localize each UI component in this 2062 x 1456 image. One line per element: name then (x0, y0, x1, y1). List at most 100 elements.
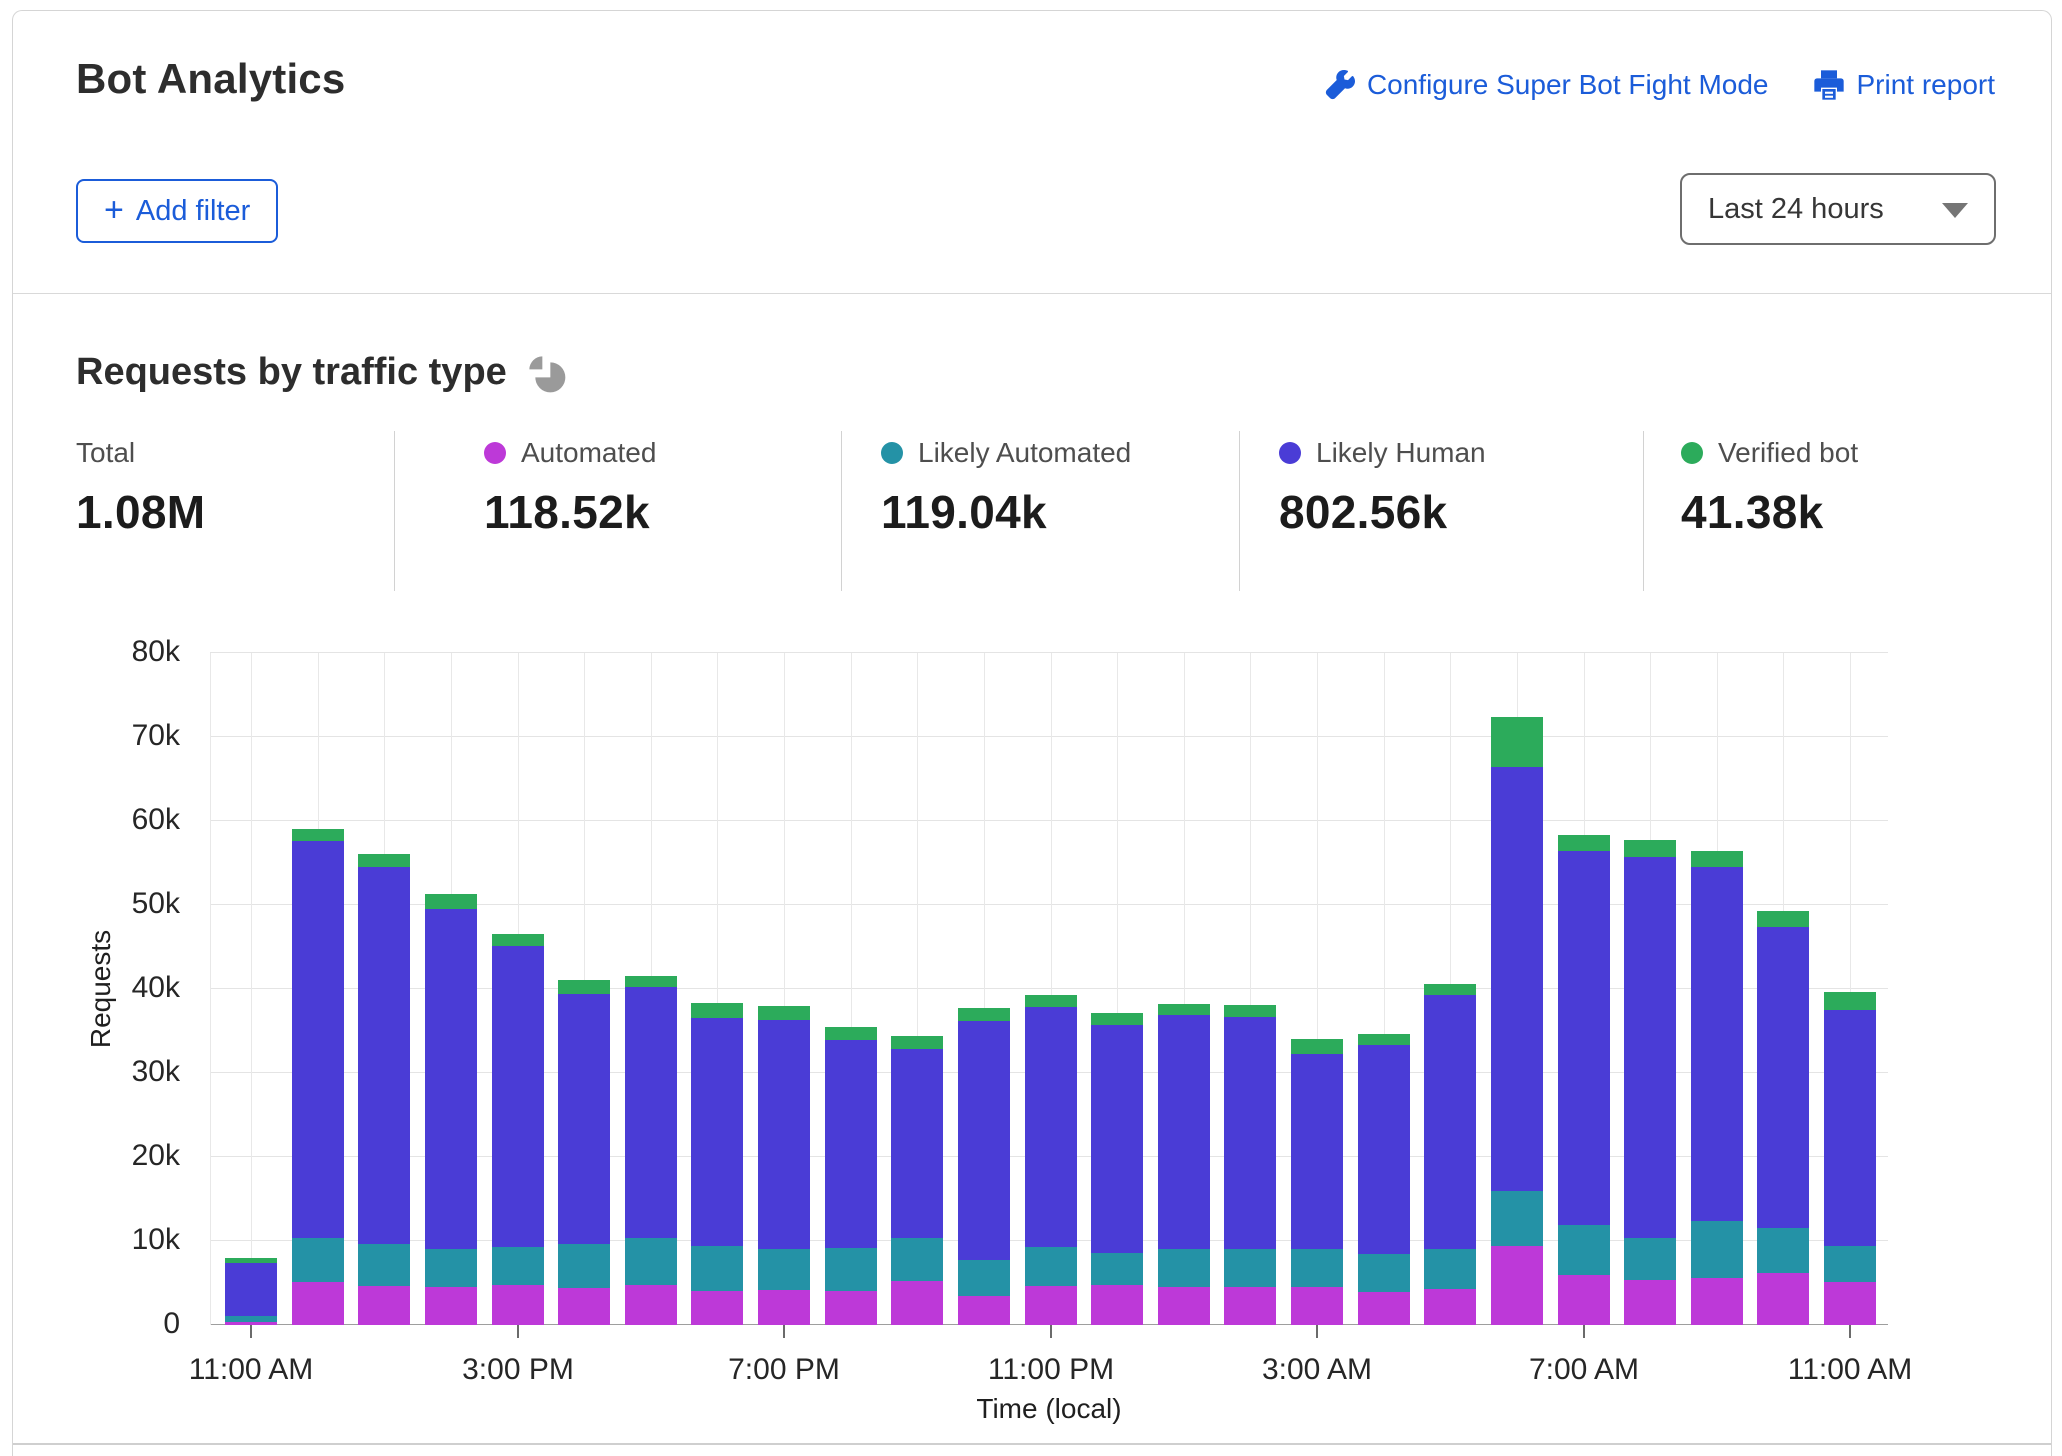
bar-segment-likely-automated (958, 1260, 1010, 1297)
stat-likely-automated-value: 119.04k (881, 486, 1047, 538)
stacked-bar-6-00-am[interactable] (1491, 653, 1543, 1325)
bar-segment-verified-bot (1824, 991, 1876, 1010)
stacked-bar-4-00-am[interactable] (1358, 653, 1410, 1325)
vertical-gridline (210, 653, 211, 1325)
x-axis-tick-mark (250, 1325, 252, 1338)
legend-dot-likely-automated (881, 442, 903, 464)
bar-segment-likely-human (1624, 857, 1676, 1238)
x-axis-title: Time (local) (976, 1393, 1122, 1424)
legend-stats-row: Total 1.08M Automated 118.52k Likely Aut… (13, 431, 2051, 603)
bar-segment-likely-human (1224, 1016, 1276, 1250)
bar-segment-likely-human (558, 994, 610, 1244)
y-axis-tick-label: 0 (163, 1307, 180, 1340)
bar-segment-likely-human (1558, 851, 1610, 1226)
stacked-bar-7-00-am[interactable] (1558, 653, 1610, 1325)
y-axis-tick-label: 60k (131, 803, 180, 836)
stacked-bar-12-00-am[interactable] (1091, 653, 1143, 1325)
bar-segment-likely-human (1025, 1006, 1077, 1247)
chart-section-title: Requests by traffic type (76, 351, 567, 394)
bar-segment-verified-bot (1224, 1004, 1276, 1017)
time-range-value: Last 24 hours (1708, 192, 1884, 225)
time-range-select[interactable]: Last 24 hours (1680, 173, 1996, 245)
bar-segment-likely-automated (1757, 1228, 1809, 1273)
stacked-bar-3-00-am[interactable] (1291, 653, 1343, 1325)
x-axis-tick-label: 7:00 AM (1528, 1353, 1640, 1386)
bar-segment-likely-automated (1358, 1254, 1410, 1293)
bar-segment-automated (1158, 1287, 1210, 1325)
bar-segment-verified-bot (1091, 1013, 1143, 1026)
bar-segment-automated (825, 1290, 877, 1325)
bar-segment-automated (691, 1290, 743, 1325)
bar-segment-likely-human (1091, 1025, 1143, 1253)
bar-segment-verified-bot (1291, 1038, 1343, 1054)
stat-likely-automated[interactable]: Likely Automated 119.04k (881, 431, 1131, 539)
stacked-bar-11-00-am[interactable] (1824, 653, 1876, 1325)
stat-verified-bot-value: 41.38k (1681, 486, 1824, 538)
stacked-bar-4-00-pm[interactable] (558, 653, 610, 1325)
stacked-bar-9-00-am[interactable] (1691, 653, 1743, 1325)
bar-segment-automated (1824, 1282, 1876, 1325)
bar-segment-likely-automated (1558, 1225, 1610, 1276)
bar-segment-likely-automated (1158, 1249, 1210, 1288)
stacked-bar-5-00-pm[interactable] (625, 653, 677, 1325)
bar-segment-likely-human (425, 909, 477, 1249)
bar-segment-automated (1757, 1272, 1809, 1325)
bar-segment-verified-bot (825, 1026, 877, 1041)
bar-segment-automated (1358, 1292, 1410, 1325)
bar-segment-likely-automated (492, 1246, 544, 1285)
x-axis-tick-label: 11:00 AM (188, 1353, 314, 1386)
stat-total[interactable]: Total 1.08M (76, 431, 205, 539)
bottom-divider (13, 1443, 2051, 1445)
x-axis-tick-label: 11:00 AM (1787, 1353, 1913, 1386)
stacked-bar-10-00-pm[interactable] (958, 653, 1010, 1325)
printer-icon (1813, 69, 1845, 101)
add-filter-button[interactable]: + Add filter (76, 179, 279, 243)
bar-segment-likely-human (758, 1020, 810, 1250)
plus-icon: + (104, 190, 124, 229)
x-axis-tick-mark (1583, 1325, 1585, 1338)
bar-segment-likely-automated (891, 1237, 943, 1282)
bar-segment-likely-human (1824, 1010, 1876, 1247)
y-axis: 0 10k 20k 30k 40k 50k 60k 70k 80k (13, 621, 194, 1443)
stacked-bar-7-00-pm[interactable] (758, 653, 810, 1325)
bar-segment-verified-bot (1424, 983, 1476, 995)
stacked-bar-5-00-am[interactable] (1424, 653, 1476, 1325)
bar-segment-verified-bot (1558, 835, 1610, 852)
y-axis-tick-label: 10k (131, 1223, 180, 1256)
bar-segment-verified-bot (1358, 1033, 1410, 1046)
stat-verified-bot[interactable]: Verified bot 41.38k (1681, 431, 1858, 539)
stacked-bar-8-00-pm[interactable] (825, 653, 877, 1325)
stacked-bar-1-00-am[interactable] (1158, 653, 1210, 1325)
stat-total-value: 1.08M (76, 486, 206, 538)
stacked-bar-11-00-pm[interactable] (1025, 653, 1077, 1325)
stacked-bar-9-00-pm[interactable] (891, 653, 943, 1325)
stacked-bar-1-00-pm[interactable] (358, 653, 410, 1325)
legend-dot-verified-bot (1681, 442, 1703, 464)
bar-segment-likely-automated (292, 1237, 344, 1283)
stacked-bar-11-00-am[interactable] (225, 653, 277, 1325)
stat-automated[interactable]: Automated 118.52k (484, 431, 656, 539)
configure-super-bot-fight-mode-link[interactable]: Configure Super Bot Fight Mode (1325, 69, 1769, 101)
chevron-down-icon (1942, 203, 1968, 218)
pie-chart-icon[interactable] (527, 352, 567, 394)
bar-segment-likely-automated (425, 1248, 477, 1288)
x-axis-tick-label: 7:00 PM (728, 1353, 840, 1386)
bar-segment-verified-bot (1757, 910, 1809, 927)
stacked-bar-8-00-am[interactable] (1624, 653, 1676, 1325)
stacked-bar-10-00-am[interactable] (1757, 653, 1809, 1325)
stacked-bar-2-00-am[interactable] (1224, 653, 1276, 1325)
stacked-bar-3-00-pm[interactable] (492, 653, 544, 1325)
bar-segment-likely-human (1424, 994, 1476, 1249)
stacked-bar-2-00-pm[interactable] (425, 653, 477, 1325)
stacked-bar-6-00-pm[interactable] (691, 653, 743, 1325)
print-report-link[interactable]: Print report (1813, 69, 1995, 101)
stat-likely-human[interactable]: Likely Human 802.56k (1279, 431, 1486, 539)
stacked-bar-12-00-pm[interactable] (292, 653, 344, 1325)
y-axis-tick-label: 30k (131, 1055, 180, 1088)
bar-segment-automated (1558, 1275, 1610, 1325)
y-axis-tick-label: 40k (131, 971, 180, 1004)
bar-segment-verified-bot (1025, 994, 1077, 1007)
page-title: Bot Analytics (76, 55, 346, 102)
x-axis-tick-mark (1849, 1325, 1851, 1338)
wrench-icon (1325, 70, 1355, 100)
